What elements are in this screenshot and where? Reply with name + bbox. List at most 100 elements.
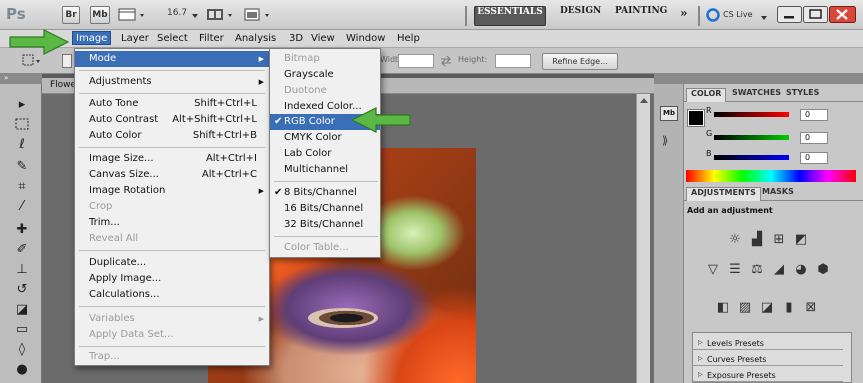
workspace-essentials[interactable]: ESSENTIALS — [474, 6, 546, 26]
image-menu-item-crop[interactable]: Crop — [75, 199, 269, 215]
mode-item-grayscale[interactable]: Grayscale — [270, 67, 380, 83]
cs-live-icon[interactable] — [706, 8, 720, 25]
color-spectrum-bar[interactable] — [686, 170, 856, 182]
width-input[interactable] — [398, 54, 434, 68]
new-selection-button[interactable] — [62, 54, 72, 68]
mode-item-16-bits[interactable]: 16 Bits/Channel — [270, 201, 380, 217]
vibrance-icon[interactable]: ▽ — [704, 262, 722, 278]
gradient-map-icon[interactable]: ▮ — [780, 300, 798, 316]
image-menu-item-apply-data-set[interactable]: Apply Data Set... — [75, 327, 269, 343]
tab-masks[interactable]: MASKS — [758, 187, 798, 201]
preset-exposure[interactable]: Exposure Presets — [693, 369, 843, 382]
levels-icon[interactable]: ▟ — [748, 232, 766, 248]
menu-select[interactable]: Select — [157, 32, 188, 46]
bridge-button[interactable]: Br — [62, 6, 80, 24]
image-menu-item-auto-contrast[interactable]: Auto Contrast Alt+Shift+Ctrl+L — [75, 112, 269, 128]
eraser-tool-icon[interactable]: ◪ — [12, 301, 32, 319]
vertical-scrollbar[interactable] — [636, 94, 650, 383]
quick-selection-tool-icon[interactable]: ✎ — [12, 158, 32, 176]
cs-live-label[interactable]: CS Live — [723, 10, 753, 19]
mode-item-8-bits[interactable]: ✔ 8 Bits/Channel — [270, 185, 380, 201]
mode-item-duotone[interactable]: Duotone — [270, 83, 380, 99]
more-workspaces-button[interactable]: » — [680, 6, 688, 26]
brush-tool-icon[interactable]: ✐ — [12, 241, 32, 259]
menu-3d[interactable]: 3D — [289, 32, 303, 46]
image-menu-item-adjustments[interactable]: Adjustments ▶ — [75, 74, 269, 90]
scroll-up-icon[interactable] — [640, 96, 648, 107]
zoom-level[interactable]: 16.7 — [167, 8, 187, 18]
mode-item-bitmap[interactable]: Bitmap — [270, 51, 380, 67]
selective-color-icon[interactable]: ⊠ — [802, 300, 820, 316]
expand-arrow-icon[interactable]: ▷ — [698, 355, 703, 362]
menu-filter[interactable]: Filter — [199, 32, 224, 46]
blue-channel-slider[interactable] — [714, 155, 789, 160]
view-extras-button[interactable] — [118, 7, 150, 23]
crop-tool-icon[interactable]: ⌗ — [12, 178, 32, 196]
brightness-contrast-icon[interactable]: ☼ — [726, 232, 744, 248]
green-channel-slider[interactable] — [714, 135, 789, 140]
menu-image[interactable]: Image — [72, 31, 112, 45]
lasso-tool-icon[interactable]: ℓ — [12, 136, 32, 154]
gradient-tool-icon[interactable]: ▭ — [12, 321, 32, 339]
image-menu-item-calculations[interactable]: Calculations... — [75, 287, 269, 303]
menu-layer[interactable]: Layer — [121, 32, 149, 46]
image-menu-item-canvas-size[interactable]: Canvas Size... Alt+Ctrl+C — [75, 167, 269, 183]
red-channel-value[interactable]: 0 — [800, 109, 828, 121]
mini-bridge-panel-icon[interactable]: Mb — [660, 106, 678, 121]
hue-saturation-icon[interactable]: ☰ — [726, 262, 744, 278]
menu-window[interactable]: Window — [346, 32, 385, 46]
tab-swatches[interactable]: SWATCHES — [728, 88, 785, 102]
dodge-tool-icon[interactable]: ● — [12, 361, 32, 379]
zoom-dropdown-arrow-icon[interactable] — [192, 12, 200, 23]
image-menu-item-duplicate[interactable]: Duplicate... — [75, 255, 269, 271]
mode-item-multichannel[interactable]: Multichannel — [270, 162, 380, 178]
expand-arrow-icon[interactable]: ▷ — [698, 371, 703, 378]
image-menu-item-image-size[interactable]: Image Size... Alt+Ctrl+I — [75, 151, 269, 167]
photo-filter-icon[interactable]: ◕ — [792, 262, 810, 278]
arrange-documents-button[interactable] — [206, 7, 238, 23]
image-menu-item-trim[interactable]: Trim... — [75, 215, 269, 231]
preset-curves[interactable]: Curves Presets — [693, 353, 843, 366]
menu-view[interactable]: View — [311, 32, 335, 46]
exposure-icon[interactable]: ◩ — [792, 232, 810, 248]
swap-dimensions-icon[interactable] — [440, 55, 452, 69]
image-menu-item-auto-tone[interactable]: Auto Tone Shift+Ctrl+L — [75, 96, 269, 112]
preset-levels[interactable]: Levels Presets — [693, 337, 843, 350]
mode-item-lab-color[interactable]: Lab Color — [270, 146, 380, 162]
mini-bridge-button[interactable]: Mb — [90, 6, 110, 24]
screen-mode-button[interactable] — [243, 7, 275, 23]
tab-adjustments[interactable]: ADJUSTMENTS — [686, 187, 761, 201]
image-menu-item-auto-color[interactable]: Auto Color Shift+Ctrl+B — [75, 128, 269, 144]
posterize-icon[interactable]: ▨ — [736, 300, 754, 316]
invert-icon[interactable]: ◧ — [714, 300, 732, 316]
channel-mixer-icon[interactable]: ⬢ — [814, 262, 832, 278]
blur-tool-icon[interactable]: ◊ — [12, 341, 32, 359]
expand-arrow-icon[interactable]: ▷ — [698, 339, 703, 346]
workspace-painting[interactable]: PAINTING — [615, 6, 667, 26]
mode-item-color-table[interactable]: Color Table... — [270, 240, 380, 256]
history-brush-tool-icon[interactable]: ↺ — [12, 281, 32, 299]
workspace-design[interactable]: DESIGN — [560, 6, 601, 26]
move-tool-icon[interactable]: ▸ — [12, 96, 32, 114]
image-menu-item-reveal-all[interactable]: Reveal All — [75, 231, 269, 247]
marquee-tool-icon[interactable] — [12, 118, 32, 136]
tab-styles[interactable]: STYLES — [782, 88, 823, 102]
panels-header[interactable] — [684, 74, 863, 84]
menu-analysis[interactable]: Analysis — [235, 32, 276, 46]
history-panel-icon[interactable]: ⟫ — [662, 134, 668, 147]
mode-item-32-bits[interactable]: 32 Bits/Channel — [270, 217, 380, 233]
tab-color[interactable]: COLOR — [686, 88, 727, 102]
red-channel-slider[interactable] — [714, 112, 789, 117]
threshold-icon[interactable]: ◪ — [758, 300, 776, 316]
image-menu-item-mode[interactable]: Mode ▶ — [75, 51, 269, 67]
green-channel-value[interactable]: 0 — [800, 132, 828, 144]
icon-strip-header[interactable] — [654, 74, 684, 84]
tools-panel-header[interactable]: » — [0, 74, 42, 84]
cs-live-dropdown-icon[interactable] — [761, 13, 768, 24]
image-menu-item-apply-image[interactable]: Apply Image... — [75, 271, 269, 287]
color-balance-icon[interactable]: ⚖ — [748, 262, 766, 278]
image-menu-item-trap[interactable]: Trap... — [75, 349, 269, 365]
curves-icon[interactable]: ⊞ — [770, 232, 788, 248]
refine-edge-button[interactable]: Refine Edge... — [542, 53, 618, 70]
document-tab[interactable]: Flowe — [50, 80, 76, 90]
